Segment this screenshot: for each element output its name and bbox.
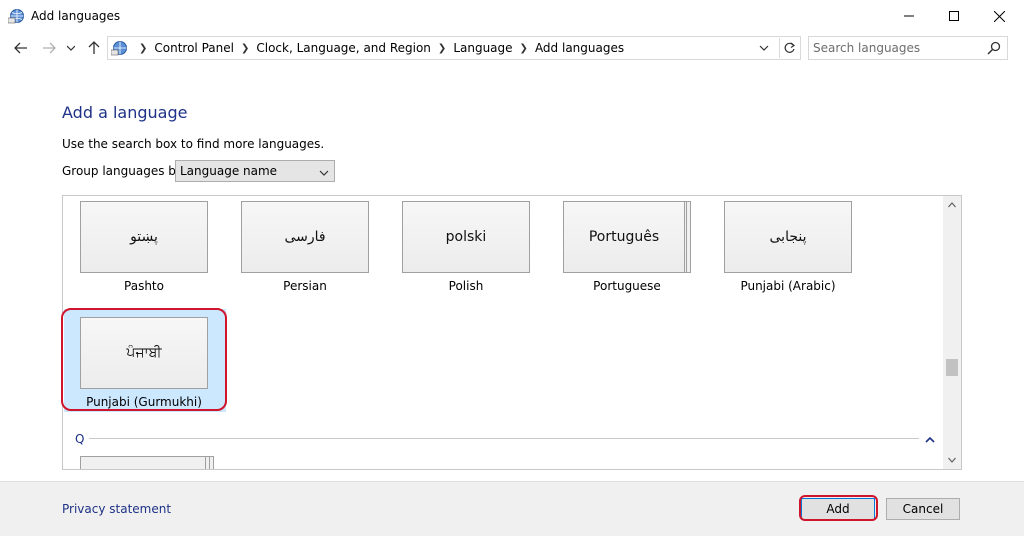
refresh-icon [784,42,796,53]
chevron-down-icon [759,45,769,51]
section-divider [89,438,919,439]
dialog-footer: Privacy statement Add Cancel [0,481,1024,536]
refresh-button[interactable] [779,38,799,58]
breadcrumb-add-languages[interactable]: Add languages [535,41,624,55]
address-dropdown-button[interactable] [756,41,772,55]
back-arrow-icon [14,42,27,54]
breadcrumb-clock-language-region[interactable]: Clock, Language, and Region [256,41,431,55]
collapse-section-button[interactable] [925,433,935,447]
section-header-q: Q [75,432,85,446]
search-box[interactable] [808,36,1008,60]
language-name: Portuguese [593,279,661,293]
minimize-icon [904,15,914,17]
title-bar: Add languages [0,0,1024,32]
language-name: Pashto [124,279,164,293]
chevron-right-icon[interactable]: ❯ [438,43,446,54]
tile-stack-edge [687,201,691,273]
control-panel-icon [110,40,129,56]
breadcrumb-language[interactable]: Language [453,41,512,55]
vertical-scrollbar[interactable] [943,196,961,469]
control-panel-globe-icon [7,8,26,24]
chevron-down-icon [319,166,329,180]
language-name: Persian [283,279,327,293]
forward-arrow-icon [43,42,56,54]
language-native-name: polski [402,201,530,273]
scroll-thumb[interactable] [946,359,958,376]
up-button[interactable] [85,39,103,57]
tile-stack-edge [210,456,214,469]
address-bar[interactable]: ❯ Control Panel ❯ Clock, Language, and R… [107,36,801,60]
tile-stack-edge [206,456,210,469]
chevron-up-icon [925,436,935,443]
language-name: Punjabi (Arabic) [740,279,836,293]
up-arrow-icon [88,41,100,54]
back-button[interactable] [12,39,30,57]
close-icon [993,10,1005,22]
forward-button[interactable] [40,39,58,57]
breadcrumb-control-panel[interactable]: Control Panel [154,41,234,55]
cancel-button[interactable]: Cancel [886,498,960,520]
chevron-up-icon [948,202,956,208]
language-native-name: فارسی [241,201,369,273]
close-button[interactable] [976,0,1022,32]
language-tile-partial[interactable] [80,456,206,469]
chevron-right-icon[interactable]: ❯ [241,43,249,54]
breadcrumb: ❯ Control Panel ❯ Clock, Language, and R… [132,37,624,59]
instruction-text: Use the search box to find more language… [62,137,325,151]
group-by-value: Language name [180,164,278,178]
scroll-down-button[interactable] [943,451,961,469]
search-icon[interactable] [987,41,1001,55]
maximize-button[interactable] [931,0,977,32]
window-title: Add languages [31,9,121,23]
chevron-right-icon[interactable]: ❯ [520,43,528,54]
chevron-down-icon [948,457,956,463]
maximize-icon [949,11,959,21]
chevron-right-icon[interactable]: ❯ [139,43,147,54]
recent-locations-button[interactable] [64,39,78,57]
minimize-button[interactable] [886,0,932,32]
highlight-ring-add-button [799,495,878,521]
language-name: Polish [448,279,484,293]
language-native-name: پنجابی [724,201,852,273]
group-by-label: Group languages by: [62,164,187,178]
language-native-name: پښتو [80,201,208,273]
scroll-up-button[interactable] [943,196,961,214]
language-native-name: Português [563,201,685,273]
highlight-ring-selected-language [61,308,227,411]
group-by-select[interactable]: Language name [175,160,335,182]
privacy-statement-link[interactable]: Privacy statement [62,502,171,516]
search-input[interactable] [813,39,983,57]
page-title: Add a language [62,103,188,122]
chevron-down-icon [67,45,75,51]
